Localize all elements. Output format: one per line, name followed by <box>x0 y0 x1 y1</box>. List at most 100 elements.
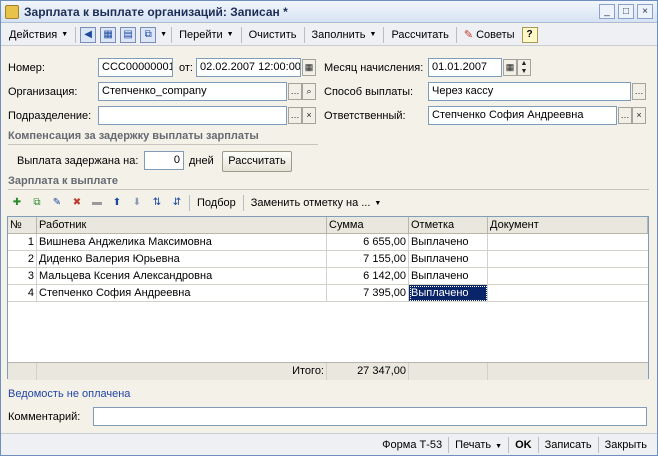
mark-cell-selected[interactable]: Выплачено <box>409 285 488 302</box>
ok-button[interactable]: OK <box>509 439 538 451</box>
compensation-calculate-button[interactable]: Рассчитать <box>222 151 292 172</box>
document-cell[interactable] <box>488 268 648 285</box>
table-toolbar: ✚ ⧉ ✎ ✖ ▬ ⬆ ⬇ ⇅ ⇵ Подбор Заменить отметк… <box>7 194 386 212</box>
toolbar-separator <box>383 26 385 43</box>
column-header[interactable]: № <box>8 217 37 234</box>
copy-dropdown[interactable]: ⧉ ▼ <box>138 25 169 45</box>
employee-cell[interactable]: Диденко Валерия Юрьевна <box>37 251 327 268</box>
print-menu[interactable]: Печать ▼ <box>449 439 508 451</box>
sum-cell[interactable]: 6 142,00 <box>327 268 409 285</box>
copy-icon: ⧉ <box>140 26 157 43</box>
comment-field[interactable] <box>93 407 647 426</box>
sort-descending-icon[interactable]: ⇵ <box>170 196 184 210</box>
salary-table: № Работник Сумма Отметка Документ 1 Вишн… <box>7 216 649 380</box>
close-button[interactable]: Закрыть <box>599 439 653 451</box>
toolbar-separator <box>240 26 242 43</box>
actions-menu[interactable]: Действия ▼ <box>4 25 73 45</box>
document-cell[interactable] <box>488 234 648 251</box>
row-number: 4 <box>8 285 37 302</box>
column-header[interactable]: Работник <box>37 217 327 234</box>
table-row[interactable]: 2 Диденко Валерия Юрьевна 7 155,00 Выпла… <box>8 251 648 268</box>
delete-row-icon[interactable]: ✖ <box>70 196 84 210</box>
column-header[interactable]: Документ <box>488 217 648 234</box>
document-cell[interactable] <box>488 285 648 302</box>
structure-icon[interactable]: ▦ <box>100 26 117 43</box>
column-header[interactable]: Отметка <box>409 217 488 234</box>
payment-method-field[interactable]: Через кассу <box>428 82 631 101</box>
calendar-icon[interactable]: ▦ <box>302 59 316 76</box>
search-icon[interactable]: ⌕ <box>302 83 316 100</box>
back-arrow-icon[interactable]: ◀ <box>80 26 97 43</box>
actions-label: Действия <box>9 28 58 41</box>
responsible-field[interactable]: Степченко София Андреевна <box>428 106 617 125</box>
title-bar: Зарплата к выплате организаций: Записан … <box>1 1 657 23</box>
clear-x-icon[interactable]: × <box>632 107 646 124</box>
document-cell[interactable] <box>488 251 648 268</box>
post-document-icon[interactable]: ▤ <box>120 26 137 43</box>
department-field[interactable] <box>98 106 287 125</box>
mark-cell[interactable]: Выплачено <box>409 268 488 285</box>
selection-button[interactable]: Подбор <box>192 193 241 213</box>
organization-field[interactable]: Степченко_company <box>98 82 287 101</box>
end-edit-icon[interactable]: ▬ <box>90 196 104 210</box>
move-down-icon[interactable]: ⬇ <box>130 196 144 210</box>
clear-x-icon[interactable]: × <box>302 107 316 124</box>
month-stepper[interactable]: ▲ ▼ <box>517 59 531 76</box>
table-row[interactable]: 3 Мальцева Ксения Александровна 6 142,00… <box>8 268 648 285</box>
row-number: 3 <box>8 268 37 285</box>
minimize-button[interactable]: _ <box>599 4 615 19</box>
number-field[interactable]: ССС00000001 <box>98 58 173 77</box>
row-number: 1 <box>8 234 37 251</box>
save-button[interactable]: Записать <box>539 439 598 451</box>
select-ellipsis-icon[interactable]: … <box>618 107 632 124</box>
sort-ascending-icon[interactable]: ⇅ <box>150 196 164 210</box>
form-t53-button[interactable]: Форма Т-53 <box>376 439 448 451</box>
maximize-button[interactable]: □ <box>618 4 634 19</box>
table-row[interactable]: 1 Вишнева Анджелика Максимовна 6 655,00 … <box>8 234 648 251</box>
select-ellipsis-icon[interactable]: … <box>632 83 646 100</box>
delay-days-field[interactable]: 0 <box>144 151 184 170</box>
month-label: Месяц начисления: <box>324 62 424 74</box>
sum-cell[interactable]: 7 155,00 <box>327 251 409 268</box>
payroll-status-link[interactable]: Ведомость не оплачена <box>8 388 130 400</box>
window-title: Зарплата к выплате организаций: Записан … <box>24 4 288 19</box>
calculate-button[interactable]: Рассчитать <box>386 25 453 45</box>
fill-menu[interactable]: Заполнить ▼ <box>307 25 382 45</box>
mark-cell[interactable]: Выплачено <box>409 234 488 251</box>
calendar-icon[interactable]: ▦ <box>503 59 517 76</box>
salary-title: Зарплата к выплате <box>8 175 119 187</box>
copy-row-icon[interactable]: ⧉ <box>30 196 44 210</box>
table-header: № Работник Сумма Отметка Документ <box>8 217 648 234</box>
column-header[interactable]: Сумма <box>327 217 409 234</box>
add-row-icon[interactable]: ✚ <box>10 196 24 210</box>
goto-menu[interactable]: Перейти ▼ <box>174 25 239 45</box>
section-divider <box>8 144 318 145</box>
employee-cell[interactable]: Вишнева Анджелика Максимовна <box>37 234 327 251</box>
close-window-button[interactable]: × <box>637 4 653 19</box>
select-ellipsis-icon[interactable]: … <box>288 107 302 124</box>
table-row[interactable]: 4 Степченко София Андреевна 7 395,00 Вып… <box>8 285 648 302</box>
payment-method-label: Способ выплаты: <box>324 86 414 98</box>
footer-cell <box>488 363 648 380</box>
help-icon[interactable]: ? <box>521 26 538 43</box>
chevron-down-icon: ▼ <box>495 442 503 450</box>
row-number: 2 <box>8 251 37 268</box>
number-label: Номер: <box>8 62 45 74</box>
sum-cell[interactable]: 7 395,00 <box>327 285 409 302</box>
clear-button[interactable]: Очистить <box>244 25 302 45</box>
tips-button[interactable]: ✎ Советы <box>459 25 520 45</box>
month-field[interactable]: 01.01.2007 <box>428 58 502 77</box>
employee-cell[interactable]: Степченко София Андреевна <box>37 285 327 302</box>
bottom-bar: Форма Т-53 Печать ▼ OK Записать Закрыть <box>1 433 657 455</box>
department-label: Подразделение: <box>8 110 92 122</box>
employee-cell[interactable]: Мальцева Ксения Александровна <box>37 268 327 285</box>
edit-row-icon[interactable]: ✎ <box>50 196 64 210</box>
move-up-icon[interactable]: ⬆ <box>110 196 124 210</box>
fill-label: Заполнить <box>311 28 366 41</box>
sum-cell[interactable]: 6 655,00 <box>327 234 409 251</box>
mark-cell[interactable]: Выплачено <box>409 251 488 268</box>
select-ellipsis-icon[interactable]: … <box>288 83 302 100</box>
replace-mark-menu[interactable]: Заменить отметку на ... ▼ <box>246 193 387 213</box>
date-field[interactable]: 02.02.2007 12:00:00 <box>196 58 301 77</box>
toolbar-separator <box>75 26 77 43</box>
